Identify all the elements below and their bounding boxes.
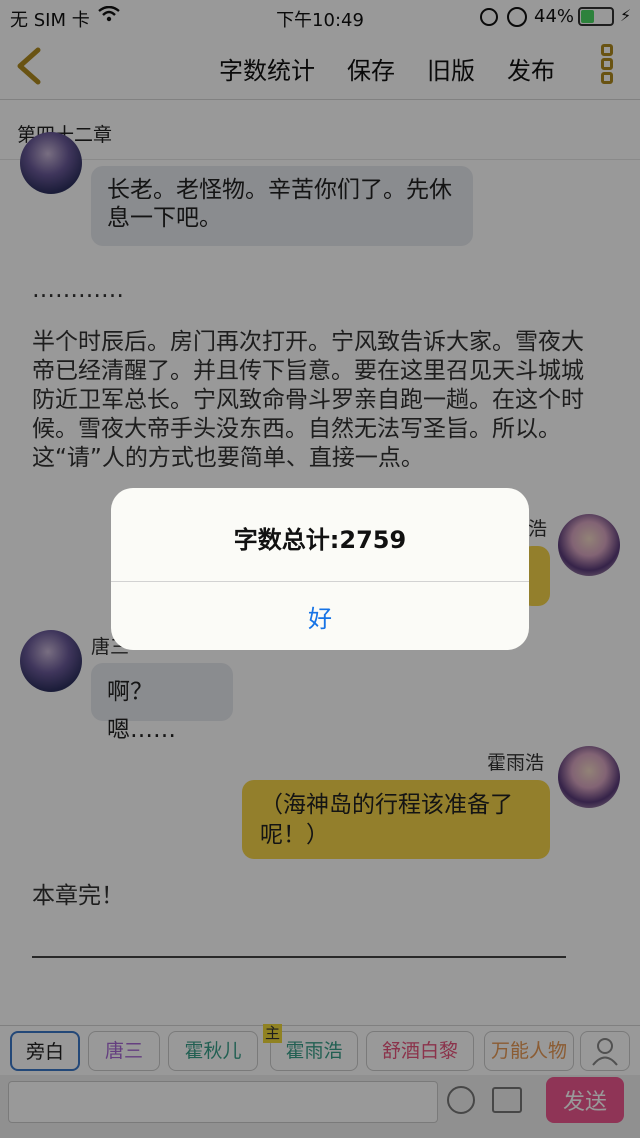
alert-message: 字数总计:2759 <box>233 526 407 554</box>
alert-dialog: 字数总计:2759 好 <box>111 488 529 650</box>
alert-ok-button[interactable]: 好 <box>111 582 529 650</box>
